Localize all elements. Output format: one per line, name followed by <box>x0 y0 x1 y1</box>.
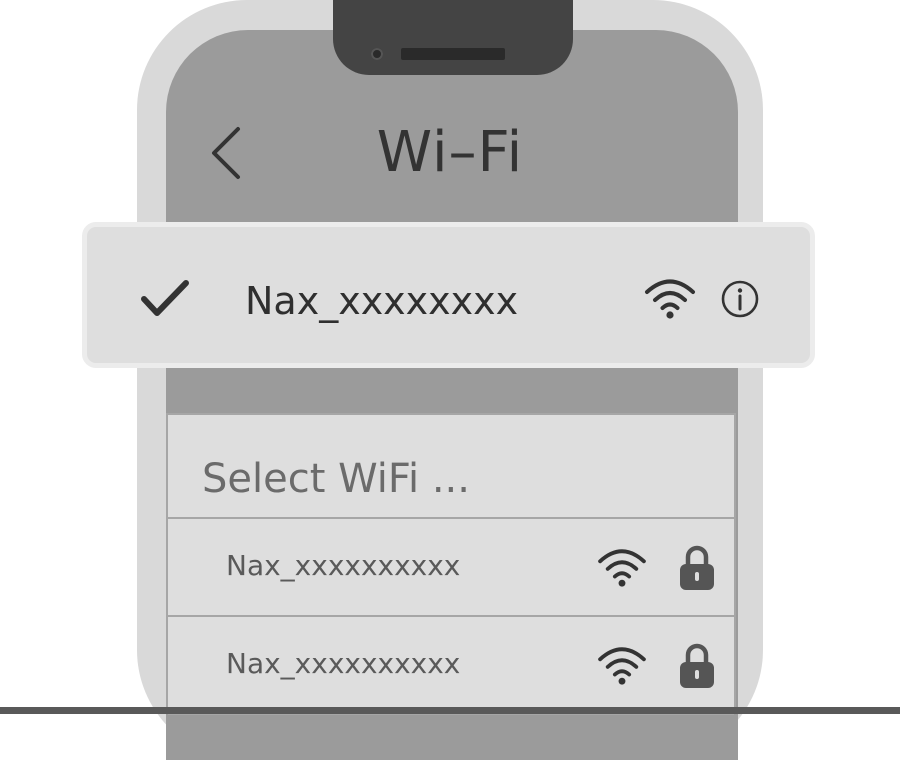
back-button[interactable] <box>200 122 250 184</box>
earpiece-speaker <box>401 48 505 60</box>
wifi-icon <box>598 647 646 685</box>
select-wifi-label: Select WiFi ... <box>202 456 470 502</box>
network-name: Nax_xxxxxxxxxx <box>226 647 461 680</box>
connected-network-name: Nax_xxxxxxxx <box>245 279 519 323</box>
lock-icon <box>680 643 714 688</box>
info-icon[interactable] <box>720 279 760 319</box>
wifi-icon <box>598 549 646 587</box>
list-header: Select WiFi ... <box>168 415 734 519</box>
checkmark-icon <box>141 280 189 316</box>
notch <box>333 0 573 75</box>
network-name: Nax_xxxxxxxxxx <box>226 549 461 582</box>
chevron-left-icon <box>212 127 240 179</box>
page-title: Wi–Fi <box>376 120 524 185</box>
wifi-network-list: Select WiFi ... Nax_xxxxxxxxxx Nax_xxxxx… <box>166 413 736 715</box>
network-row[interactable]: Nax_xxxxxxxxxx <box>168 615 734 715</box>
connected-network-card[interactable]: Nax_xxxxxxxx <box>82 222 815 368</box>
wifi-icon <box>645 279 695 319</box>
front-camera <box>371 48 383 60</box>
bottom-divider <box>0 707 900 714</box>
network-row[interactable]: Nax_xxxxxxxxxx <box>168 517 734 617</box>
lock-icon <box>680 545 714 590</box>
